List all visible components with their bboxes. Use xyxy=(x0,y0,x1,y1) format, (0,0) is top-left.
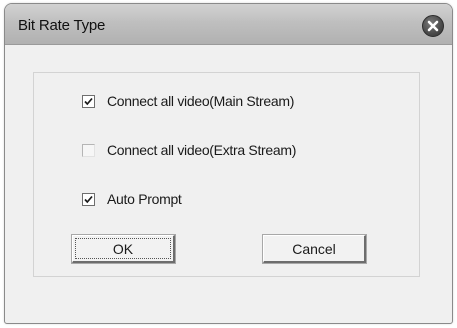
close-icon xyxy=(427,20,439,32)
extra-stream-checkbox[interactable] xyxy=(82,143,95,157)
dialog-title: Bit Rate Type xyxy=(18,17,106,34)
auto-prompt-checkbox[interactable] xyxy=(82,192,95,206)
close-button[interactable] xyxy=(422,15,444,37)
main-stream-option[interactable]: Connect all video(Main Stream) xyxy=(82,92,294,110)
cancel-button-label: Cancel xyxy=(292,240,336,257)
ok-button[interactable]: OK xyxy=(71,234,176,264)
extra-stream-label: Connect all video(Extra Stream) xyxy=(107,142,297,158)
ok-button-label: OK xyxy=(112,240,134,257)
auto-prompt-label: Auto Prompt xyxy=(107,191,182,207)
main-stream-label: Connect all video(Main Stream) xyxy=(107,93,295,109)
checkmark-icon xyxy=(84,195,93,203)
checkmark-icon xyxy=(84,97,93,105)
cancel-button[interactable]: Cancel xyxy=(262,234,367,264)
auto-prompt-option[interactable]: Auto Prompt xyxy=(82,190,182,208)
title-bar[interactable]: Bit Rate Type xyxy=(5,4,452,45)
main-stream-checkbox[interactable] xyxy=(82,94,95,108)
extra-stream-option[interactable]: Connect all video(Extra Stream) xyxy=(82,141,296,159)
bit-rate-type-dialog: Bit Rate Type Connect all video(Main Str… xyxy=(4,3,453,324)
